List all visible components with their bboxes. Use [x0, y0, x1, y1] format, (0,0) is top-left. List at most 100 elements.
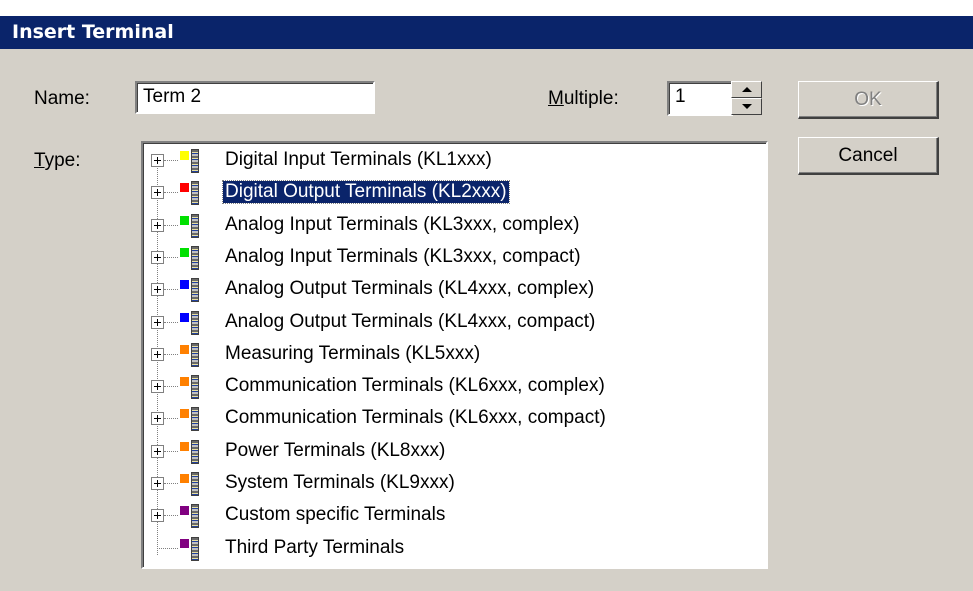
terminal-block-icon: [191, 213, 199, 238]
arrow-down-icon: [742, 104, 752, 109]
tree-branch-line: [164, 192, 178, 194]
terminal-color-marker: [180, 474, 189, 483]
terminal-icon: [180, 212, 206, 238]
multiple-accel: M: [548, 88, 564, 109]
expand-plus-icon[interactable]: [151, 347, 164, 361]
tree-item[interactable]: Analog Output Terminals (KL4xxx, compact…: [143, 307, 743, 339]
terminal-icon: [180, 535, 206, 561]
tree-item[interactable]: Digital Input Terminals (KL1xxx): [143, 145, 743, 177]
tree-branch-line: [164, 353, 178, 355]
terminal-icon: [180, 341, 206, 367]
terminal-color-marker: [180, 183, 189, 193]
spin-down-button[interactable]: [731, 98, 762, 115]
terminal-icon: [180, 309, 206, 335]
terminal-icon: [180, 276, 206, 303]
tree-branch-line: [164, 256, 178, 258]
expand-plus-icon[interactable]: [151, 154, 164, 167]
tree-item[interactable]: Digital Output Terminals (KL2xxx): [143, 177, 743, 209]
expand-plus-icon[interactable]: [151, 283, 164, 297]
name-value: Term 2: [143, 86, 202, 107]
terminal-color-marker: [180, 280, 189, 290]
tree-item-label: Communication Terminals (KL6xxx, compact…: [225, 407, 606, 429]
multiple-label: Multiple:: [548, 88, 619, 110]
expand-plus-icon[interactable]: [151, 509, 164, 523]
tree-branch-line: [164, 224, 178, 226]
tree-item-label: Third Party Terminals: [225, 536, 405, 558]
terminal-icon: [180, 147, 206, 173]
tree-item-label: System Terminals (KL9xxx): [225, 472, 455, 493]
multiple-label-rest: ultiple:: [563, 88, 619, 109]
terminal-color-marker: [180, 344, 189, 354]
terminal-color-marker: [180, 538, 189, 548]
terminal-color-marker: [180, 215, 189, 225]
tree-branch-line: [164, 386, 178, 388]
arrow-up-icon: [742, 87, 752, 92]
terminal-block-icon: [191, 278, 199, 303]
expand-plus-icon[interactable]: [151, 444, 164, 458]
tree-branch-line: [164, 321, 178, 323]
terminal-icon: [180, 438, 206, 464]
tree-item[interactable]: Analog Input Terminals (KL3xxx, compact): [143, 242, 743, 274]
terminal-block-icon: [191, 504, 199, 529]
expand-plus-icon[interactable]: [151, 186, 164, 200]
terminal-block-icon: [191, 310, 199, 335]
expand-plus-icon[interactable]: [151, 412, 164, 426]
tree-branch-line: [157, 547, 178, 549]
title-bar[interactable]: Insert Terminal: [0, 16, 973, 49]
cancel-button[interactable]: Cancel: [798, 137, 939, 175]
spin-up-button[interactable]: [731, 81, 762, 98]
terminal-color-marker: [180, 441, 189, 451]
tree-item[interactable]: Analog Output Terminals (KL4xxx, complex…: [143, 274, 743, 306]
terminal-block-icon: [191, 149, 199, 173]
tree-item-label: Communication Terminals (KL6xxx, complex…: [225, 375, 605, 397]
multiple-input[interactable]: 1: [667, 81, 733, 116]
tree-item-label: Analog Input Terminals (KL3xxx, compact): [225, 245, 581, 267]
expand-plus-icon[interactable]: [151, 250, 164, 264]
tree-branch-line: [164, 450, 178, 452]
expand-plus-icon[interactable]: [151, 477, 164, 490]
tree-branch-line: [164, 418, 178, 420]
terminal-icon: [180, 244, 206, 270]
terminal-color-marker: [180, 409, 189, 419]
tree-item[interactable]: System Terminals (KL9xxx): [143, 468, 743, 500]
expand-plus-icon[interactable]: [151, 218, 164, 232]
type-label-rest: ype:: [44, 150, 81, 171]
tree-item[interactable]: Communication Terminals (KL6xxx, complex…: [143, 371, 743, 403]
name-field[interactable]: Term 2: [135, 81, 375, 114]
expand-plus-icon[interactable]: [151, 380, 164, 394]
tree-item-label: Power Terminals (KL8xxx): [225, 439, 446, 461]
terminal-color-marker: [180, 377, 189, 387]
tree-item-label: Custom specific Terminals: [225, 504, 446, 526]
tree-item[interactable]: Third Party Terminals: [143, 533, 743, 565]
tree-item[interactable]: Custom specific Terminals: [143, 500, 743, 532]
type-accel: T: [34, 150, 45, 171]
terminal-block-icon: [191, 342, 199, 367]
type-tree[interactable]: Digital Input Terminals (KL1xxx) Digital …: [141, 141, 768, 569]
terminal-color-marker: [180, 151, 189, 160]
tree-item-label: Analog Input Terminals (KL3xxx, complex): [225, 213, 580, 235]
tree-branch-line: [164, 289, 178, 291]
terminal-block-icon: [191, 536, 199, 561]
ok-button[interactable]: OK: [798, 81, 939, 119]
tree-item-label: Analog Output Terminals (KL4xxx, complex…: [225, 278, 595, 300]
tree-branch-line: [164, 160, 178, 161]
insert-terminal-dialog: Insert Terminal Name: Term 2 Multiple: 1…: [0, 0, 973, 591]
name-label: Name:: [34, 88, 90, 109]
terminal-block-icon: [191, 375, 199, 400]
terminal-color-marker: [180, 312, 189, 322]
tree-item[interactable]: Power Terminals (KL8xxx): [143, 436, 743, 468]
terminal-icon: [180, 179, 206, 206]
tree-item-label: Digital Output Terminals (KL2xxx): [222, 180, 510, 205]
terminal-color-marker: [180, 247, 189, 257]
type-label: Type:: [34, 150, 80, 172]
terminal-block-icon: [191, 245, 199, 270]
multiple-spinner[interactable]: [731, 81, 762, 115]
terminal-block-icon: [191, 181, 199, 206]
tree-item[interactable]: Measuring Terminals (KL5xxx): [143, 339, 743, 371]
expand-plus-icon[interactable]: [151, 315, 164, 329]
terminal-block-icon: [191, 439, 199, 464]
terminal-color-marker: [180, 506, 189, 516]
tree-item[interactable]: Communication Terminals (KL6xxx, compact…: [143, 403, 743, 435]
top-strip: [0, 0, 973, 16]
tree-item[interactable]: Analog Input Terminals (KL3xxx, complex): [143, 210, 743, 242]
